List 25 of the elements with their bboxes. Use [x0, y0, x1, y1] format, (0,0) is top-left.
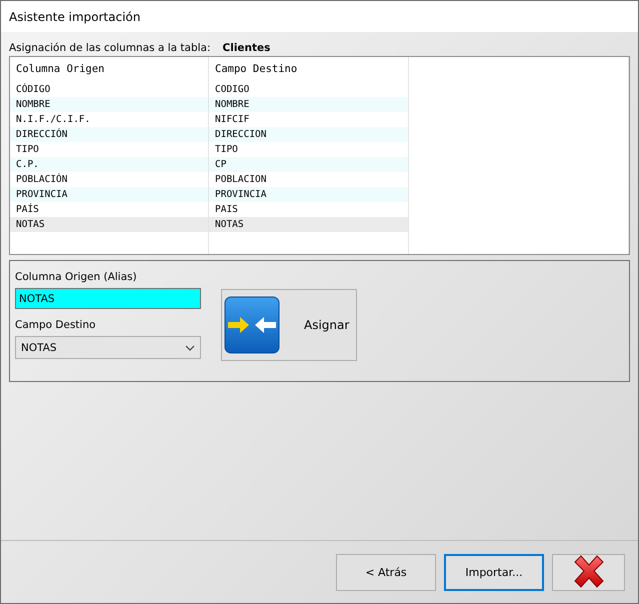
cancel-button[interactable]	[552, 554, 625, 590]
table-cell: NOTAS	[10, 217, 209, 232]
column-header[interactable]: Columna Origen	[10, 57, 209, 82]
table-cell: NOMBRE	[209, 97, 409, 112]
footer-button[interactable]: Importar...	[444, 554, 544, 590]
chevron-icon	[185, 344, 195, 350]
assign-button[interactable]: Asignar	[221, 289, 357, 361]
column-header[interactable]: Campo Destino	[209, 57, 409, 82]
table-cell: DIRECCION	[209, 127, 409, 142]
field-label: Campo Destino	[15, 319, 97, 333]
table-cell: DIRECCIÓN	[10, 127, 209, 142]
footer-button[interactable]: < Atrás	[336, 554, 436, 590]
table-cell: NOTAS	[209, 217, 409, 232]
mapping-label: Asignación de las columnas a la tabla:	[9, 42, 211, 54]
table-cell: NOMBRE	[10, 97, 209, 112]
arrows-icon	[224, 296, 280, 354]
alias-field[interactable]: NOTAS	[15, 288, 201, 309]
window-title: Asistente importación	[9, 10, 140, 24]
table-name: Clientes	[222, 42, 270, 54]
field-label: Columna Origen (Alias)	[15, 271, 138, 285]
table-cell: CP	[209, 157, 409, 172]
table-cell: C.P.	[10, 157, 209, 172]
table-cell: PROVINCIA	[10, 187, 209, 202]
table-cell: PROVINCIA	[209, 187, 409, 202]
target-dropdown[interactable]: NOTAS	[15, 336, 201, 359]
